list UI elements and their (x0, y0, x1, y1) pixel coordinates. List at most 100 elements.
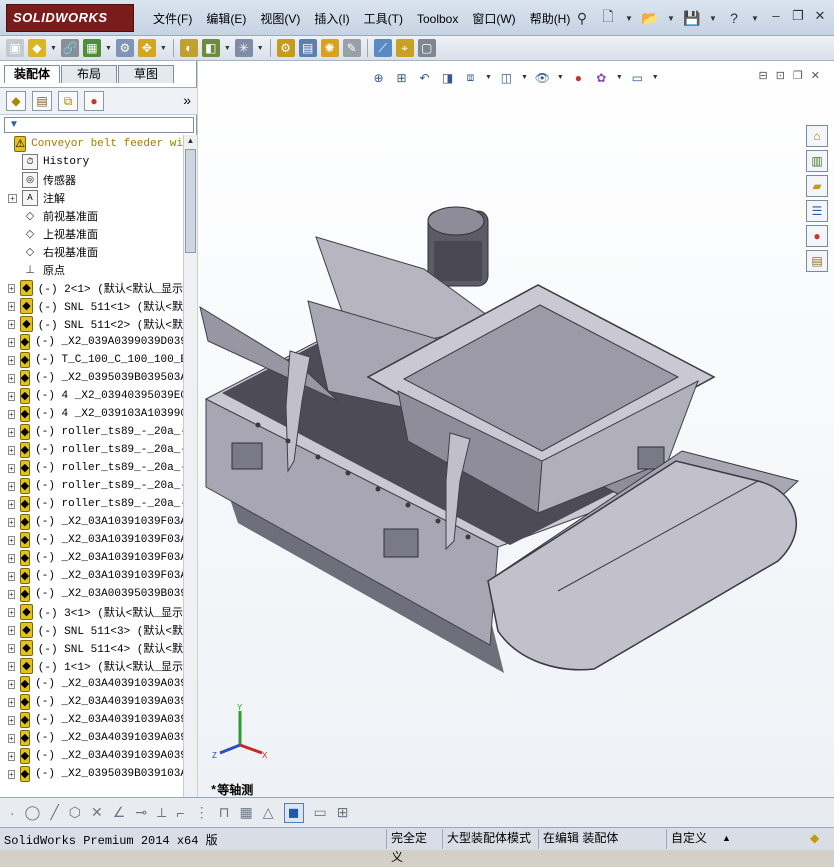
menu-toolbox[interactable]: Toolbox (410, 10, 465, 28)
reference-dropdown-icon[interactable]: ▼ (257, 45, 264, 52)
mate-icon[interactable]: 🔗 (60, 39, 79, 57)
expand-icon[interactable]: + (8, 499, 15, 509)
tree-item[interactable]: + ◆ (-) _X2_03A40391039A039 (0, 711, 183, 729)
save-dropdown-icon[interactable]: ▼ (708, 8, 718, 28)
tree-item[interactable]: + ◆ (-) 2<1> (默认<默认_显示 (0, 279, 183, 297)
tree-item[interactable]: + ◆ (-) roller_ts89_-_20a_- (0, 495, 183, 513)
circle-icon[interactable]: ◯ (25, 804, 41, 821)
tree-item[interactable]: + ◆ (-) 4 _X2_03940395039E0 (0, 387, 183, 405)
tree-item[interactable]: + ◆ (-) _X2_03A10391039F03A (0, 513, 183, 531)
conveyor-model[interactable] (198, 61, 834, 701)
bill-of-materials-icon[interactable]: ▤ (298, 39, 317, 57)
tree-item[interactable]: ◇ 前视基准面 (0, 207, 183, 225)
restore-icon[interactable]: ❐ (790, 8, 806, 24)
tree-item[interactable]: + ◆ (-) 3<1> (默认<默认_显示 (0, 603, 183, 621)
tree-item[interactable]: + ◆ (-) _X2_0395039B039503A (0, 369, 183, 387)
expand-icon[interactable]: + (8, 661, 16, 671)
tree-item[interactable]: + ◆ (-) 1<1> (默认<默认_显示 (0, 657, 183, 675)
expand-icon[interactable]: + (8, 643, 16, 653)
expand-icon[interactable]: + (8, 571, 15, 581)
tree-item[interactable]: ◎ 传感器 (0, 171, 183, 189)
expand-icon[interactable]: + (8, 319, 16, 329)
tree-item[interactable]: + ◆ (-) _X2_03A00395039B039 (0, 585, 183, 603)
expand-icon[interactable]: + (8, 427, 15, 437)
expand-icon[interactable]: + (8, 355, 15, 365)
expand-icon[interactable]: + (8, 535, 15, 545)
tree-item[interactable]: + ◆ (-) SNL 511<3> (默认<默 (0, 621, 183, 639)
insert-components-icon[interactable]: ◆ (28, 39, 46, 57)
tree-item[interactable]: + ◆ (-) _X2_03A40391039A039 (0, 747, 183, 765)
tile-views-icon[interactable]: ⊞ (337, 804, 349, 821)
grid-icon[interactable]: ▦ (240, 804, 253, 821)
reference-geometry-icon[interactable]: ✳ (234, 39, 253, 57)
expand-icon[interactable]: + (8, 751, 15, 761)
close-icon[interactable]: ✕ (812, 8, 828, 24)
configuration-manager-icon[interactable]: ⧉ (58, 91, 78, 111)
tree-item[interactable]: + ◆ (-) _X2_039A0399039D039 (0, 333, 183, 351)
help-dropdown-icon[interactable]: ▼ (750, 8, 760, 28)
expand-icon[interactable]: + (8, 445, 15, 455)
fillet-icon[interactable]: ⌐ (176, 805, 184, 821)
menu-file[interactable]: 文件(F) (146, 10, 199, 28)
expand-icon[interactable]: + (8, 607, 16, 617)
show-hidden-icon[interactable]: ◐ (179, 39, 198, 57)
tree-item[interactable]: + ◆ (-) 4 _X2_039103A103990 (0, 405, 183, 423)
tree-item[interactable]: + ◆ (-) _X2_03A40391039A039 (0, 693, 183, 711)
menu-help[interactable]: 帮助(H) (523, 10, 578, 28)
tree-filter[interactable]: ▼ (4, 117, 194, 133)
menu-tools[interactable]: 工具(T) (357, 10, 410, 28)
menu-window[interactable]: 窗口(W) (465, 10, 522, 28)
menu-view[interactable]: 视图(V) (253, 10, 307, 28)
mirror-icon[interactable]: ⟂ (157, 804, 166, 821)
tab-layout[interactable]: 布局 (61, 65, 117, 83)
save-icon[interactable]: 💾 (682, 8, 702, 28)
tree-item[interactable]: + ◆ (-) T_C_100_C_100_100_B (0, 351, 183, 369)
expand-icon[interactable]: + (8, 301, 16, 311)
edit-component-icon[interactable]: ▣ (6, 39, 24, 57)
expand-icon[interactable]: + (8, 283, 16, 293)
expand-icon[interactable]: + (8, 589, 15, 599)
convert-entities-icon[interactable]: ⊸ (135, 804, 147, 821)
tree-item[interactable]: + ◆ (-) _X2_0395039B039103A (0, 765, 183, 783)
minimize-icon[interactable]: – (768, 8, 784, 24)
explode-line-sketch-icon[interactable]: ✎ (342, 39, 361, 57)
display-manager-icon[interactable]: ● (84, 91, 104, 111)
sketch-text-icon[interactable]: ⋮ (195, 804, 209, 821)
feature-manager-icon[interactable]: ◆ (6, 91, 26, 111)
filter-icon[interactable]: ▼ (9, 119, 19, 130)
solidworks-logo[interactable]: SOLIDWORKS (6, 4, 134, 32)
expand-icon[interactable]: + (8, 715, 15, 725)
open-dropdown-icon[interactable]: ▼ (666, 8, 676, 28)
polygon-icon[interactable]: ⬡ (69, 804, 81, 821)
expand-icon[interactable]: + (8, 373, 15, 383)
expand-icon[interactable]: + (8, 517, 15, 527)
trim-icon[interactable]: ✕ (91, 804, 103, 821)
linear-pattern-icon[interactable]: ▦ (82, 39, 101, 57)
relation-icon[interactable]: △ (263, 804, 274, 821)
features-dropdown-icon[interactable]: ▼ (224, 45, 231, 52)
tree-item[interactable]: + ◆ (-) roller_ts89_-_20a_- (0, 423, 183, 441)
angle-icon[interactable]: ∠ (113, 804, 126, 821)
expand-icon[interactable]: + (8, 337, 15, 347)
tab-sketch[interactable]: 草图 (118, 65, 174, 83)
tree-item[interactable]: + ◆ (-) _X2_03A10391039F03A (0, 567, 183, 585)
tree-item[interactable]: + ◆ (-) SNL 511<2> (默认<默 (0, 315, 183, 333)
tree-item[interactable]: + ◆ (-) roller_ts89_-_20a_- (0, 441, 183, 459)
open-icon[interactable]: 📂 (640, 8, 660, 28)
expand-icon[interactable]: + (8, 697, 15, 707)
expand-icon[interactable]: + (8, 733, 15, 743)
interference-detection-icon[interactable]: ⟋ (373, 39, 392, 57)
tree-root[interactable]: ⚠ Conveyor belt feeder wi (0, 135, 183, 153)
new-dropdown-icon[interactable]: ▼ (624, 8, 634, 28)
units-dropdown-icon[interactable]: ▲ (718, 829, 735, 849)
more-icon[interactable]: » (183, 92, 191, 108)
instant3d-icon[interactable]: ▢ (417, 39, 436, 57)
line-icon[interactable]: ╱ (50, 804, 58, 821)
smart-fasteners-icon[interactable]: ⚙ (115, 39, 134, 57)
expand-icon[interactable]: + (8, 481, 15, 491)
shaded-icon[interactable]: ◼ (283, 802, 304, 823)
tree-item[interactable]: + A 注解 (0, 189, 183, 207)
status-large-assembly[interactable]: 大型装配体模式 (442, 829, 536, 849)
tree-item[interactable]: ◇ 右视基准面 (0, 243, 183, 261)
assembly-features-icon[interactable]: ◧ (201, 39, 220, 57)
